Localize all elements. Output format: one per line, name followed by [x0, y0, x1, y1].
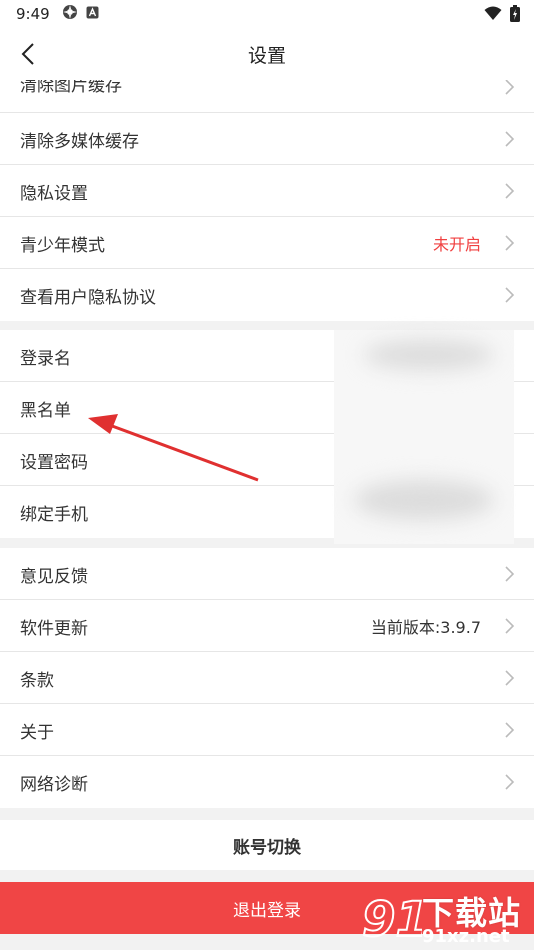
svg-text:91: 91 — [362, 892, 422, 948]
settings-item-label: 意见反馈 — [20, 566, 88, 587]
settings-item-teen-mode[interactable]: 青少年模式 未开启 — [0, 217, 534, 269]
settings-item-label: 关于 — [20, 722, 54, 743]
chevron-right-icon — [505, 618, 515, 634]
chevron-right-icon — [505, 670, 515, 686]
battery-icon — [510, 5, 520, 26]
app-notification-icon — [86, 5, 99, 23]
wifi-icon — [484, 6, 502, 25]
chevron-right-icon — [505, 774, 515, 790]
settings-item-label: 隐私设置 — [20, 183, 88, 204]
settings-item-software-update[interactable]: 软件更新 当前版本:3.9.7 — [0, 600, 534, 652]
settings-item-label: 软件更新 — [20, 618, 88, 639]
settings-item-network-diagnosis[interactable]: 网络诊断 — [0, 756, 534, 808]
status-bar: 9:49 — [0, 0, 534, 28]
settings-item-privacy[interactable]: 隐私设置 — [0, 165, 534, 217]
settings-group-about: 意见反馈 软件更新 当前版本:3.9.7 条款 关于 网络诊断 — [0, 548, 534, 808]
settings-item-label: 网络诊断 — [20, 774, 88, 795]
watermark-91-icon: 91 — [361, 891, 422, 948]
nav-bar: 设置 — [0, 28, 534, 80]
settings-item-about[interactable]: 关于 — [0, 704, 534, 756]
chevron-right-icon — [505, 722, 515, 738]
chevron-right-icon — [505, 131, 515, 147]
settings-item-terms[interactable]: 条款 — [0, 652, 534, 704]
chevron-right-icon — [505, 183, 515, 199]
settings-item-label: 设置密码 — [20, 452, 88, 473]
settings-item-label: 清除多媒体缓存 — [20, 131, 139, 152]
page-title: 设置 — [247, 45, 286, 67]
settings-item-label: 查看用户隐私协议 — [20, 287, 156, 308]
settings-item-clear-image-cache[interactable]: 清除图片缓存 — [0, 80, 534, 113]
chevron-right-icon — [505, 235, 515, 251]
chevron-right-icon — [505, 80, 515, 95]
watermark-domain: 91xz.net — [422, 926, 510, 947]
chevron-right-icon — [505, 566, 515, 582]
redacted-account-info — [334, 330, 514, 544]
switch-account-button[interactable]: 账号切换 — [0, 820, 534, 870]
settings-item-label: 青少年模式 — [20, 235, 105, 256]
current-version: 当前版本:3.9.7 — [370, 618, 481, 637]
settings-item-privacy-agreement[interactable]: 查看用户隐私协议 — [0, 269, 534, 321]
settings-item-clear-media-cache[interactable]: 清除多媒体缓存 — [0, 113, 534, 165]
settings-item-label: 登录名 — [20, 348, 71, 369]
settings-item-label: 黑名单 — [20, 400, 71, 421]
settings-item-feedback[interactable]: 意见反馈 — [0, 548, 534, 600]
teen-mode-status: 未开启 — [432, 235, 481, 254]
settings-group-general: 清除多媒体缓存 隐私设置 青少年模式 未开启 查看用户隐私协议 — [0, 113, 534, 321]
chevron-right-icon — [505, 287, 515, 303]
settings-item-label: 清除图片缓存 — [20, 80, 122, 96]
watermark-logo: 91 下载站 91xz.net — [360, 886, 532, 948]
settings-item-label: 绑定手机 — [20, 504, 88, 525]
settings-gear-status-icon — [62, 4, 78, 24]
status-time: 9:49 — [16, 5, 50, 23]
settings-item-label: 条款 — [20, 670, 54, 691]
